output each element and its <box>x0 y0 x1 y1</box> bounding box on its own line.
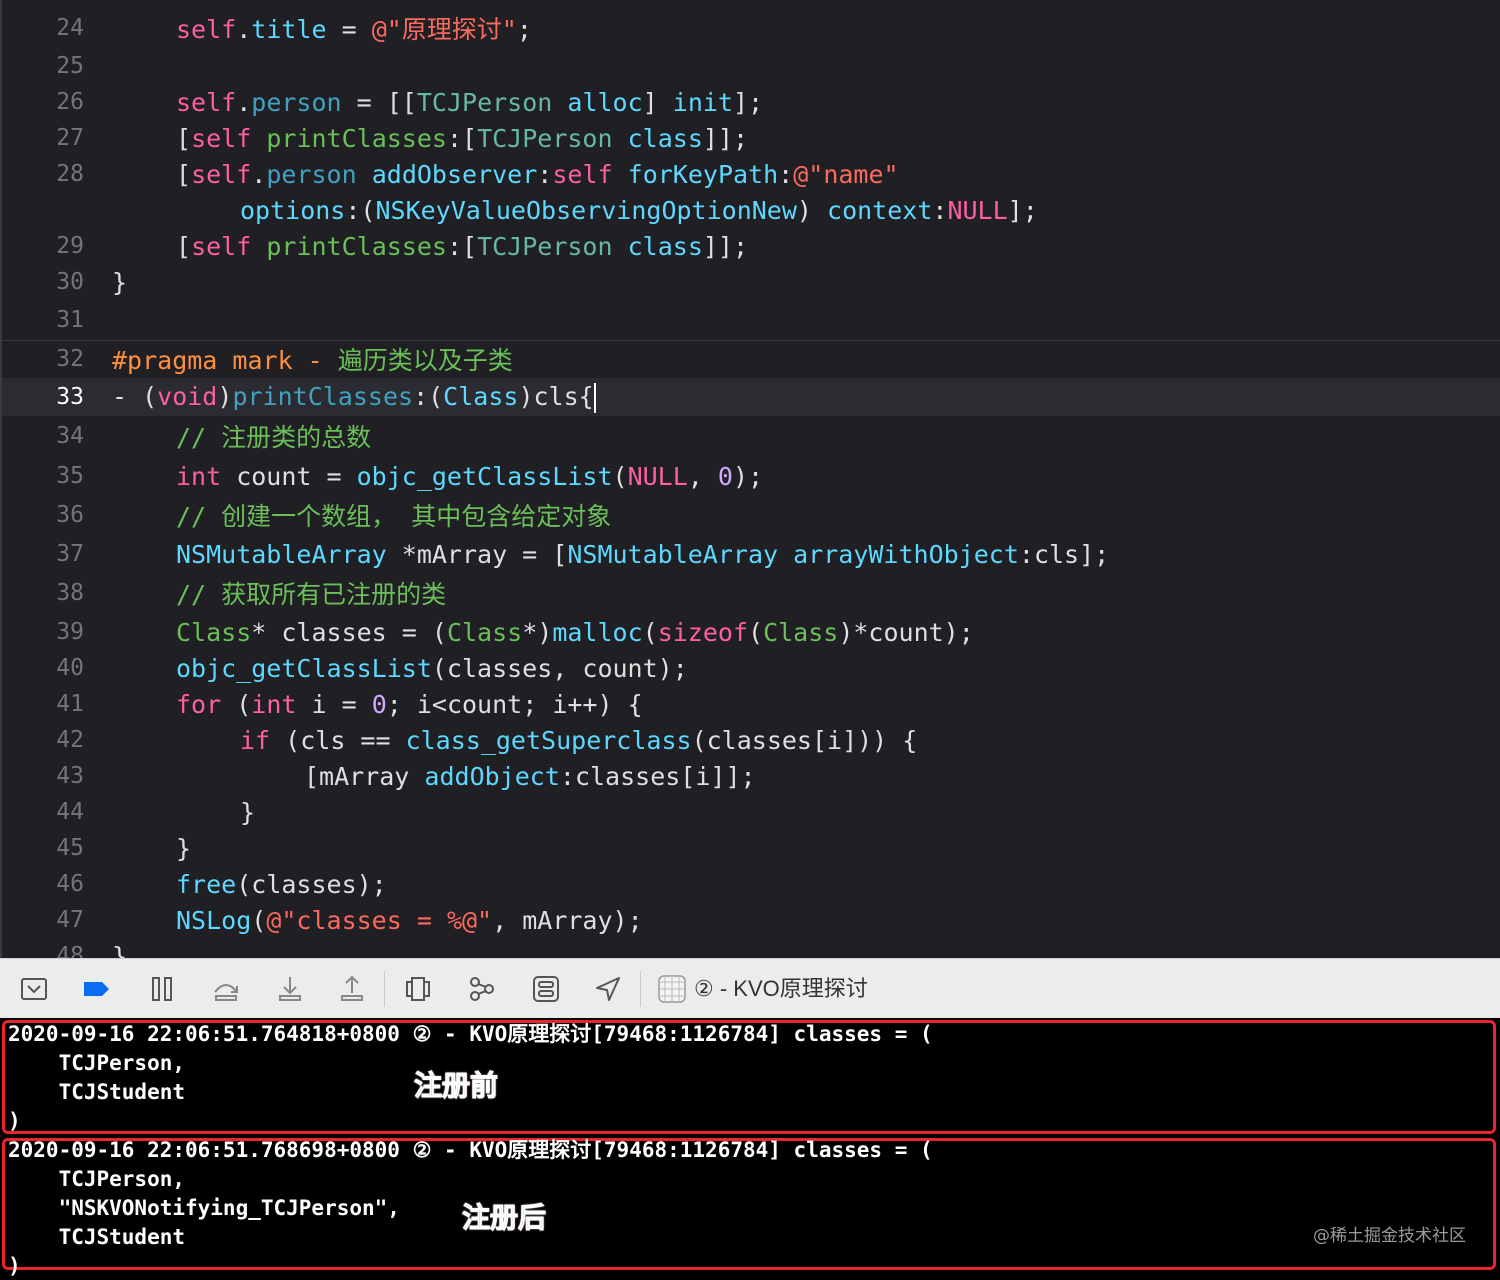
code-line[interactable]: 37 NSMutableArray *mArray = [NSMutableAr… <box>2 536 1500 572</box>
line-number: 31 <box>56 307 84 333</box>
debug-target-label[interactable]: ② - KVO原理探讨 <box>694 959 868 1019</box>
code-text: [self.person addObserver:self forKeyPath… <box>176 159 899 189</box>
line-number: 39 <box>56 619 84 645</box>
line-number: 41 <box>56 691 84 717</box>
step-out-icon[interactable] <box>336 973 368 1005</box>
code-line[interactable]: 44 } <box>2 794 1500 830</box>
code-text: [self printClasses:[TCJPerson class]]; <box>176 123 749 153</box>
memory-graph-icon[interactable] <box>466 973 498 1005</box>
line-number: 26 <box>56 89 84 115</box>
line-number: 46 <box>56 871 84 897</box>
watermark: @稀土掘金技术社区 <box>1313 1226 1466 1246</box>
step-into-icon[interactable] <box>274 973 306 1005</box>
code-line[interactable]: 46 free(classes); <box>2 866 1500 902</box>
code-line[interactable]: 43 [mArray addObject:classes[i]]; <box>2 758 1500 794</box>
line-number: 40 <box>56 655 84 681</box>
debug-toolbar: ② - KVO原理探讨 <box>0 958 1500 1018</box>
line-number: 24 <box>56 15 84 41</box>
code-text: NSLog(@"classes = %@", mArray); <box>176 905 643 935</box>
line-number: 35 <box>56 463 84 489</box>
code-editor[interactable]: 24 self.title = @"原理探讨"; 25 26 self.pers… <box>0 0 1500 958</box>
code-text: } <box>112 267 128 297</box>
line-number: 29 <box>56 233 84 259</box>
code-line[interactable]: 26 self.person = [[TCJPerson alloc] init… <box>2 84 1500 120</box>
code-text: Class* classes = (Class*)malloc(sizeof(C… <box>176 617 974 647</box>
line-number: 32 <box>56 346 84 372</box>
code-line[interactable]: 36 // 创建一个数组， 其中包含给定对象 <box>2 497 1500 533</box>
app-target-icon[interactable] <box>656 973 688 1005</box>
code-text: int count = objc_getClassList(NULL, 0); <box>176 461 764 491</box>
code-text: } <box>240 797 256 827</box>
code-text: - (void)printClasses:(Class)cls{ <box>112 381 596 413</box>
line-number: 25 <box>56 53 84 79</box>
line-number: 33 <box>56 384 84 410</box>
code-line[interactable]: 39 Class* classes = (Class*)malloc(sizeo… <box>2 614 1500 650</box>
code-line[interactable]: 31 <box>2 302 1500 338</box>
code-text: options:(NSKeyValueObservingOptionNew) c… <box>240 195 1038 225</box>
pause-icon[interactable] <box>146 973 178 1005</box>
line-number: 45 <box>56 835 84 861</box>
code-line[interactable]: 38 // 获取所有已注册的类 <box>2 575 1500 611</box>
line-number: 36 <box>56 502 84 528</box>
code-line[interactable]: 42 if (cls == class_getSuperclass(classe… <box>2 722 1500 758</box>
line-number: 27 <box>56 125 84 151</box>
code-text: NSMutableArray *mArray = [NSMutableArray… <box>176 539 1110 569</box>
code-line[interactable]: 34 // 注册类的总数 <box>2 418 1500 454</box>
code-comment: // 注册类的总数 <box>176 423 372 452</box>
code-line[interactable]: 45 } <box>2 830 1500 866</box>
code-line-wrap[interactable]: options:(NSKeyValueObservingOptionNew) c… <box>2 192 1500 228</box>
line-number: 44 <box>56 799 84 825</box>
code-line[interactable]: 24 self.title = @"原理探讨"; <box>2 10 1500 46</box>
line-number: 34 <box>56 423 84 449</box>
line-number: 43 <box>56 763 84 789</box>
view-hierarchy-icon[interactable] <box>402 973 434 1005</box>
simulate-location-icon[interactable] <box>592 973 624 1005</box>
code-comment: // 创建一个数组， 其中包含给定对象 <box>176 502 612 531</box>
code-text: for (int i = 0; i<count; i++) { <box>176 689 643 719</box>
code-text: objc_getClassList(classes, count); <box>176 653 688 683</box>
annotation-after-register: 注册后 <box>461 1201 547 1235</box>
code-text: [self printClasses:[TCJPerson class]]; <box>176 231 749 261</box>
code-text: #pragma mark - 遍历类以及子类 <box>112 346 513 375</box>
code-text: self.title = @"原理探讨"; <box>176 15 532 44</box>
code-line[interactable]: 27 [self printClasses:[TCJPerson class]]… <box>2 120 1500 156</box>
annotation-before-register: 注册前 <box>413 1069 499 1103</box>
code-line[interactable]: 40 objc_getClassList(classes, count); <box>2 650 1500 686</box>
code-text: self.person = [[TCJPerson alloc] init]; <box>176 87 764 117</box>
code-text: } <box>112 941 128 959</box>
toolbar-separator <box>384 971 385 1007</box>
line-number: 28 <box>56 161 84 187</box>
code-line[interactable]: 41 for (int i = 0; i<count; i++) { <box>2 686 1500 722</box>
code-line[interactable]: 25 <box>2 48 1500 84</box>
code-line[interactable]: 28 [self.person addObserver:self forKeyP… <box>2 156 1500 192</box>
line-number: 30 <box>56 269 84 295</box>
line-number: 47 <box>56 907 84 933</box>
toolbar-separator <box>640 971 641 1007</box>
code-line[interactable]: 48 } <box>2 938 1500 959</box>
line-number: 42 <box>56 727 84 753</box>
code-line[interactable]: 47 NSLog(@"classes = %@", mArray); <box>2 902 1500 938</box>
line-number: 48 <box>56 943 84 958</box>
code-line[interactable]: 30 } <box>2 264 1500 300</box>
code-text: free(classes); <box>176 869 387 899</box>
debug-console[interactable]: 2020-09-16 22:06:51.764818+0800 ② - KVO原… <box>0 1018 1500 1280</box>
code-text: } <box>176 833 192 863</box>
line-number: 37 <box>56 541 84 567</box>
code-line[interactable]: 35 int count = objc_getClassList(NULL, 0… <box>2 458 1500 494</box>
code-line[interactable]: 29 [self printClasses:[TCJPerson class]]… <box>2 228 1500 264</box>
code-text: if (cls == class_getSuperclass(classes[i… <box>240 725 918 755</box>
line-number: 38 <box>56 580 84 606</box>
hide-console-icon[interactable] <box>18 973 50 1005</box>
code-text: [mArray addObject:classes[i]]; <box>304 761 756 791</box>
code-line[interactable]: 32 #pragma mark - 遍历类以及子类 <box>2 340 1500 377</box>
breakpoint-icon[interactable] <box>80 973 112 1005</box>
text-cursor <box>593 382 596 413</box>
code-line-current[interactable]: 33 - (void)printClasses:(Class)cls{ <box>2 378 1500 416</box>
code-comment: // 获取所有已注册的类 <box>176 580 447 609</box>
environment-overrides-icon[interactable] <box>530 973 562 1005</box>
step-over-icon[interactable] <box>210 973 242 1005</box>
